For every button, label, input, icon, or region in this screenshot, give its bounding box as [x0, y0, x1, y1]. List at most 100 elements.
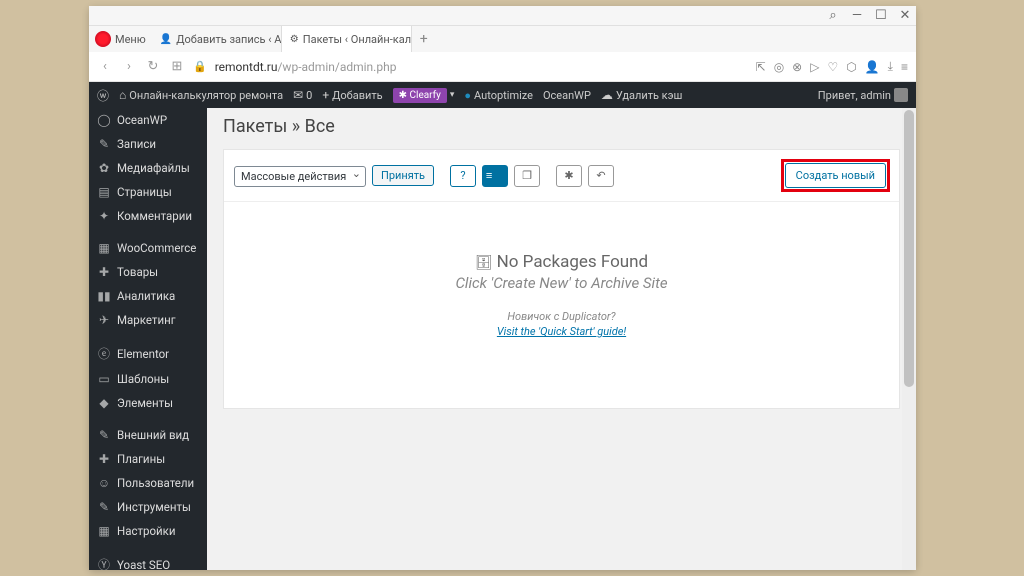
sidebar-item-tools[interactable]: ✎Инструменты	[89, 495, 207, 519]
settings-button[interactable]: ✱	[556, 165, 582, 187]
help-button[interactable]: ?	[450, 165, 476, 187]
scrollbar[interactable]	[902, 108, 916, 570]
opera-logo-icon[interactable]	[95, 31, 111, 47]
pin-icon: ✎	[97, 137, 111, 151]
copy-button[interactable]: ❐	[514, 165, 540, 187]
sidebar-item-pages[interactable]: ▤Страницы	[89, 180, 207, 204]
user-icon: ☺	[97, 476, 111, 490]
search-icon[interactable]: ⌕	[826, 9, 840, 23]
sidebar-item-comments[interactable]: ✦Комментарии	[89, 204, 207, 228]
maximize-icon[interactable]: ☐	[874, 9, 888, 23]
sidebar-item-elements[interactable]: ◆Элементы	[89, 391, 207, 415]
addr-right-icons: ⇱ ◎ ⊗ ▷ ♡ ⬡ 👤 ⤓ ≡	[756, 59, 908, 74]
ext-icon[interactable]: ♡	[827, 60, 838, 74]
browser-tab[interactable]: ⚙ Пакеты ‹ Онлайн-калькул… ✕	[282, 26, 412, 52]
menu-icon[interactable]: ≡	[901, 60, 908, 74]
undo-button[interactable]: ↶	[588, 165, 614, 187]
content-area: Пакеты » Все Массовые действия Принять ?…	[207, 108, 916, 570]
new-tab-button[interactable]: +	[412, 31, 436, 47]
browser-tab[interactable]: 👤 Добавить запись ‹ Адми… ✕	[152, 26, 282, 52]
plugin-icon: ✚	[97, 452, 111, 466]
elementor-icon: ⓔ	[97, 345, 111, 362]
ext-icon[interactable]: ▷	[810, 60, 819, 74]
tab-strip: Меню 👤 Добавить запись ‹ Адми… ✕ ⚙ Пакет…	[89, 26, 916, 52]
sidebar-item-analytics[interactable]: ▮▮Аналитика	[89, 284, 207, 308]
opera-menu[interactable]: Меню	[115, 33, 146, 46]
woo-icon: ▦	[97, 241, 111, 255]
site-link[interactable]: ⌂Онлайн-калькулятор ремонта	[119, 88, 283, 102]
comment-icon: ✦	[97, 209, 111, 223]
sidebar-item-templates[interactable]: ▭Шаблоны	[89, 367, 207, 391]
close-icon[interactable]: ✕	[898, 9, 912, 23]
product-icon: ✚	[97, 265, 111, 279]
sidebar-item-products[interactable]: ✚Товары	[89, 260, 207, 284]
packages-panel: Массовые действия Принять ? ≡ ❐ ✱ ↶ Созд…	[223, 149, 900, 409]
browser-window: ⌕ — ☐ ✕ Меню 👤 Добавить запись ‹ Адми… ✕…	[89, 6, 916, 570]
apply-button[interactable]: Принять	[372, 165, 434, 186]
user-greeting[interactable]: Привет, admin	[818, 88, 908, 102]
template-icon: ▭	[97, 372, 111, 386]
autoptimize-link[interactable]: ●Autoptimize	[464, 89, 533, 102]
nav-back-icon[interactable]: ‹	[97, 59, 113, 74]
download-icon[interactable]: ⤓	[888, 59, 893, 74]
bulk-actions-select[interactable]: Массовые действия	[234, 166, 366, 187]
marketing-icon: ✈	[97, 313, 111, 327]
sidebar-item-oceanwp[interactable]: ◯OceanWP	[89, 108, 207, 132]
tab-label: Добавить запись ‹ Адми…	[176, 33, 282, 46]
ext-icon[interactable]: ⇱	[756, 60, 766, 74]
toolbar: Массовые действия Принять ? ≡ ❐ ✱ ↶ Созд…	[224, 150, 899, 202]
tab-label: Пакеты ‹ Онлайн-калькул…	[303, 33, 412, 46]
sidebar-item-elementor[interactable]: ⓔElementor	[89, 340, 207, 367]
sidebar-item-yoast[interactable]: ⓎYoast SEO	[89, 551, 207, 570]
gear-icon: ▦	[97, 524, 111, 538]
sidebar-item-settings[interactable]: ▦Настройки	[89, 519, 207, 543]
chart-icon: ▮▮	[97, 289, 111, 303]
nav-forward-icon[interactable]: ›	[121, 59, 137, 74]
reload-icon[interactable]: ↻	[145, 59, 161, 74]
add-new-link[interactable]: +Добавить	[322, 88, 382, 102]
page-icon: ▤	[97, 185, 111, 199]
url-field[interactable]: remontdt.ru/wp-admin/admin.php	[215, 60, 748, 74]
title-bar: ⌕ — ☐ ✕	[89, 6, 916, 26]
lock-icon[interactable]: 🔒	[193, 60, 207, 73]
oceanwp-link[interactable]: OceanWP	[543, 89, 591, 102]
element-icon: ◆	[97, 396, 111, 410]
apps-icon[interactable]: ⊞	[169, 59, 185, 74]
admin-sidebar: ◯OceanWP ✎Записи ✿Медиафайлы ▤Страницы ✦…	[89, 108, 207, 570]
profile-icon[interactable]: 👤	[865, 60, 880, 74]
sidebar-item-media[interactable]: ✿Медиафайлы	[89, 156, 207, 180]
sidebar-item-plugins[interactable]: ✚Плагины	[89, 447, 207, 471]
wp-body: ◯OceanWP ✎Записи ✿Медиафайлы ▤Страницы ✦…	[89, 108, 916, 570]
minimize-icon[interactable]: —	[850, 9, 864, 23]
avatar-icon	[894, 88, 908, 102]
wrench-icon: ✎	[97, 500, 111, 514]
wp-admin-bar: ⓦ ⌂Онлайн-калькулятор ремонта ✉0 +Добави…	[89, 82, 916, 108]
sidebar-item-posts[interactable]: ✎Записи	[89, 132, 207, 156]
ext-icon[interactable]: ⊗	[792, 60, 802, 74]
address-bar: ‹ › ↻ ⊞ 🔒 remontdt.ru/wp-admin/admin.php…	[89, 52, 916, 82]
sidebar-item-marketing[interactable]: ✈Маркетинг	[89, 308, 207, 332]
sidebar-item-users[interactable]: ☺Пользователи	[89, 471, 207, 495]
empty-heading: 🗄No Packages Found	[244, 252, 879, 272]
empty-state: 🗄No Packages Found Click 'Create New' to…	[224, 202, 899, 408]
clearfy-link[interactable]: ✱ Clearfy▾	[393, 88, 455, 103]
yoast-icon: Ⓨ	[97, 556, 111, 570]
comments-link[interactable]: ✉0	[293, 88, 312, 102]
empty-question: Новичок с Duplicator?	[244, 310, 879, 323]
page-header: Пакеты » Все	[223, 108, 900, 149]
list-view-button[interactable]: ≡	[482, 165, 508, 187]
sidebar-item-appearance[interactable]: ✎Внешний вид	[89, 423, 207, 447]
page-title: Пакеты » Все	[223, 116, 900, 137]
empty-subheading: Click 'Create New' to Archive Site	[244, 274, 879, 292]
brush-icon: ✎	[97, 428, 111, 442]
ext-icon[interactable]: ◎	[774, 60, 784, 74]
ocean-icon: ◯	[97, 113, 111, 127]
create-new-button[interactable]: Создать новый	[785, 163, 886, 188]
quickstart-link[interactable]: Visit the 'Quick Start' guide!	[497, 325, 626, 338]
archive-icon: 🗄	[475, 255, 493, 271]
create-highlight: Создать новый	[782, 160, 889, 191]
wp-logo-icon[interactable]: ⓦ	[97, 87, 109, 104]
ext-icon[interactable]: ⬡	[846, 60, 856, 74]
sidebar-item-woocommerce[interactable]: ▦WooCommerce	[89, 236, 207, 260]
clear-cache-link[interactable]: ☁Удалить кэш	[601, 88, 683, 102]
